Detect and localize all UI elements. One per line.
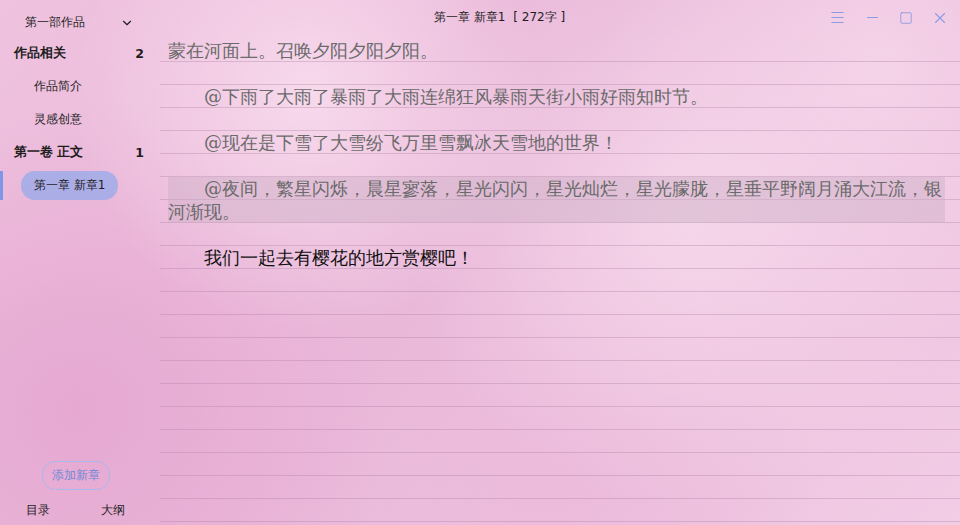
group-count: 2 [135, 46, 144, 61]
bottom-tab[interactable]: 大纲 [101, 502, 125, 519]
group-header[interactable]: 作品相关 2 [0, 37, 160, 70]
editor-paragraph[interactable]: @下雨了大雨了暴雨了大雨连绵狂风暴雨天街小雨好雨知时节。 [168, 85, 945, 108]
selection-accent [0, 171, 3, 200]
sidebar-item[interactable]: 作品简介 [0, 70, 160, 103]
chapter-title: 第一章 新章1 [ 272字 ] [160, 9, 819, 26]
editor-paragraph[interactable]: @现在是下雪了大雪纷飞万里雪飘冰天雪地的世界！ [168, 131, 945, 154]
word-count: [ 272字 ] [513, 9, 565, 26]
window-controls [819, 9, 960, 27]
add-chapter-button[interactable]: 添加新章 [42, 461, 110, 490]
work-selector[interactable]: 第一部作品 [25, 14, 134, 37]
main-panel: 第一章 新章1 [ 272字 ] 蒙在河面上。召唤夕阳夕阳夕阳。 @下雨了大雨了暴雨了… [160, 0, 960, 525]
group-label: 第一卷 正文 [14, 144, 83, 161]
sidebar-group: 作品相关 2 作品简介灵感创意 [0, 37, 160, 136]
sidebar-item[interactable]: 灵感创意 [0, 103, 160, 136]
maximize-button[interactable] [899, 11, 913, 25]
group-header[interactable]: 第一卷 正文 1 [0, 136, 160, 169]
bottom-tab[interactable]: 目录 [26, 502, 50, 519]
item-label[interactable]: 灵感创意 [21, 105, 95, 134]
chevron-down-icon [120, 16, 134, 30]
menu-icon [829, 9, 846, 26]
sidebar: 第一部作品作品相关 2 作品简介灵感创意第一卷 正文 1 第一章 新章1 添加新章目录 大纲 [0, 0, 160, 525]
maximize-icon [899, 11, 913, 25]
editor-paragraph[interactable]: 蒙在河面上。召唤夕阳夕阳夕阳。 [168, 39, 945, 62]
group-label: 作品相关 [14, 45, 66, 62]
item-label[interactable]: 作品简介 [21, 72, 95, 101]
item-label[interactable]: 第一章 新章1 [21, 171, 118, 200]
title-bar: 第一章 新章1 [ 272字 ] [160, 0, 960, 35]
editor-paragraph[interactable]: 我们一起去有樱花的地方赏樱吧！ [168, 246, 945, 269]
group-count: 1 [135, 145, 144, 160]
editor-paragraph[interactable]: @夜间，繁星闪烁，晨星寥落，星光闪闪，星光灿烂，星光朦胧，星垂平野阔月涌大江流，… [168, 177, 945, 223]
minimize-icon [864, 9, 881, 26]
title-text: 第一章 新章1 [434, 9, 505, 26]
sidebar-item[interactable]: 第一章 新章1 [0, 169, 160, 202]
close-icon [931, 9, 949, 27]
bottom-tabs: 目录 大纲 [0, 502, 160, 519]
work-selector-label: 第一部作品 [25, 14, 85, 31]
sidebar-group: 第一卷 正文 1 第一章 新章1 [0, 136, 160, 202]
editor[interactable]: 蒙在河面上。召唤夕阳夕阳夕阳。 @下雨了大雨了暴雨了大雨连绵狂风暴雨天街小雨好雨知… [160, 35, 960, 525]
app-window: 第一部作品作品相关 2 作品简介灵感创意第一卷 正文 1 第一章 新章1 添加新章目录 大纲… [0, 0, 960, 525]
close-button[interactable] [931, 9, 949, 27]
menu-button[interactable] [829, 9, 846, 26]
minimize-button[interactable] [864, 9, 881, 26]
